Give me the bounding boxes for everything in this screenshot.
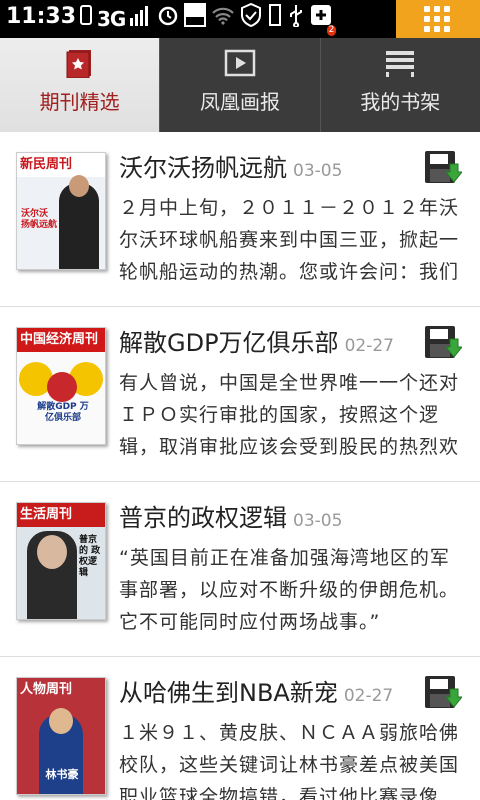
list-item[interactable]: 新民周刊 沃尔沃 扬帆远航 沃尔沃扬帆远航 03-05 ２月中上旬，２０１１－２０… xyxy=(0,132,480,307)
tab-label: 我的书架 xyxy=(360,90,441,114)
magazine-cover[interactable]: 人物周刊 林书豪 xyxy=(16,677,106,795)
article-list: 新民周刊 沃尔沃 扬帆远航 沃尔沃扬帆远航 03-05 ２月中上旬，２０１１－２０… xyxy=(0,132,480,800)
phone-icon xyxy=(80,4,92,34)
bookmark-book-icon xyxy=(66,50,91,78)
cover-headline: 沃尔沃 扬帆远航 xyxy=(21,209,58,230)
article-title-row: 普京的政权逻辑 03-05 xyxy=(119,498,419,533)
tab-label: 期刊精选 xyxy=(39,90,120,114)
article-title: 从哈佛生到NBA新宠 xyxy=(119,679,338,707)
notification-icon: 2 xyxy=(309,3,337,36)
cover-headline: 普京的 政权逻辑 xyxy=(79,535,101,578)
article-title: 解散GDP万亿俱乐部 xyxy=(119,329,339,357)
list-item[interactable]: 生活周刊 普京的 政权逻辑 普京的政权逻辑 03-05 “英国目前正在准备加强海湾… xyxy=(0,482,480,657)
article-date: 03-05 xyxy=(293,161,343,181)
tab-phoenix-pictorial[interactable]: 凤凰画报 xyxy=(160,38,321,132)
article-title: 普京的政权逻辑 xyxy=(119,504,287,532)
signal-icon xyxy=(130,4,152,35)
cover-headline: 解散GDP 万亿俱乐部 xyxy=(37,402,89,423)
sd-card-icon xyxy=(267,3,283,35)
cover-masthead: 生活周刊 xyxy=(17,503,105,527)
tab-bar: 期刊精选 凤凰画报 我的书架 xyxy=(0,38,480,132)
article-title: 沃尔沃扬帆远航 xyxy=(119,154,287,182)
status-time: 11:33 xyxy=(6,4,77,29)
wifi-icon xyxy=(211,5,235,34)
bookshelf-icon xyxy=(386,51,415,77)
status-bar: 11:33 3G 2 xyxy=(0,0,480,38)
article-date: 02-27 xyxy=(343,686,394,706)
tab-label: 凤凰画报 xyxy=(199,90,280,114)
download-icon[interactable] xyxy=(424,325,462,361)
notification-badge: 2 xyxy=(326,24,337,36)
download-icon[interactable] xyxy=(424,675,462,711)
article-summary: １米９１、黄皮肤、ＮＣＡＡ弱旅哈佛校队，这些关键词让林书豪差点被美国职业篮球全物… xyxy=(119,722,460,800)
list-item[interactable]: 人物周刊 林书豪 从哈佛生到NBA新宠 02-27 １米９１、黄皮肤、ＮＣＡＡ弱旅… xyxy=(0,657,480,800)
tab-periodical-picks[interactable]: 期刊精选 xyxy=(0,38,161,132)
article-title-row: 解散GDP万亿俱乐部 02-27 xyxy=(119,323,419,358)
status-icons: 3G 2 xyxy=(80,2,337,36)
grid-menu-icon xyxy=(424,6,454,32)
menu-button[interactable] xyxy=(396,0,480,38)
magazine-cover[interactable]: 新民周刊 沃尔沃 扬帆远航 xyxy=(16,152,106,270)
article-date: 03-05 xyxy=(293,511,343,531)
list-item[interactable]: 中国经济周刊 解散GDP 万亿俱乐部 解散GDP万亿俱乐部 02-27 有人曾说，… xyxy=(0,307,480,482)
article-title-row: 沃尔沃扬帆远航 03-05 xyxy=(119,148,419,183)
magazine-cover[interactable]: 中国经济周刊 解散GDP 万亿俱乐部 xyxy=(16,327,106,445)
video-play-icon xyxy=(224,49,256,77)
alarm-icon xyxy=(157,4,179,35)
article-summary: “英国目前正在准备加强海湾地区的军事部署，以应对不断升级的伊朗危机。它不可能同时… xyxy=(119,547,460,633)
data-3g-icon xyxy=(184,2,207,36)
network-type: 3G xyxy=(97,7,126,31)
tab-my-bookshelf[interactable]: 我的书架 xyxy=(321,38,480,132)
article-date: 02-27 xyxy=(344,336,394,356)
article-summary: 有人曾说，中国是全世界唯一一个还对ＩＰＯ实行审批的国家，按照这个逻辑，取消审批应… xyxy=(119,372,460,458)
usb-icon xyxy=(288,3,304,36)
download-icon[interactable] xyxy=(424,150,462,186)
article-title-row: 从哈佛生到NBA新宠 02-27 xyxy=(119,673,419,708)
cover-masthead: 新民周刊 xyxy=(17,153,105,177)
cover-headline: 林书豪 xyxy=(45,768,79,781)
article-summary: ２月中上旬，２０１１－２０１２年沃尔沃环球帆船赛来到中国三亚，掀起一轮帆船运动的… xyxy=(119,197,460,283)
cover-masthead: 人物周刊 xyxy=(20,682,73,697)
cover-masthead: 中国经济周刊 xyxy=(17,328,105,352)
shield-icon xyxy=(240,2,262,36)
magazine-cover[interactable]: 生活周刊 普京的 政权逻辑 xyxy=(16,502,106,620)
